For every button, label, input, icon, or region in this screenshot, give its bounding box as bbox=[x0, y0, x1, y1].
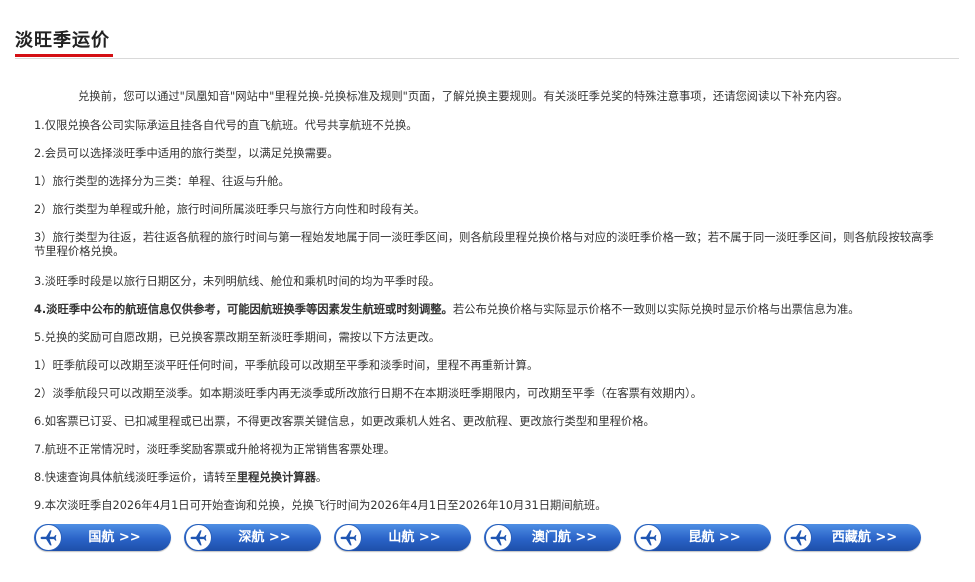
airplane-icon bbox=[485, 524, 512, 551]
rule-item-4: 4.淡旺季中公布的航班信息仅供参考，可能因航班换季等因素发生航班或时刻调整。若公… bbox=[34, 303, 860, 317]
airplane-icon bbox=[785, 524, 812, 551]
rule-item-1: 1.仅限兑换各公司实际承运且挂各自代号的直飞航班。代号共享航班不兑换。 bbox=[34, 119, 418, 132]
rule-item-5-2: 2）淡季航段只可以改期至淡季。如本期淡旺季内再无淡季或所改旅行日期不在本期淡旺季… bbox=[34, 387, 703, 400]
rule-item-8-text: 8.快速查询具体航线淡旺季运价，请转至 bbox=[34, 471, 237, 484]
airline-button-label: 昆航 >> bbox=[688, 530, 741, 545]
airplane-icon bbox=[335, 524, 362, 551]
airline-button-label: 西藏航 >> bbox=[831, 530, 898, 545]
rule-item-4-rest: 若公布兑换价格与实际显示价格不一致则以实际兑换时显示价格与出票信息为准。 bbox=[452, 303, 860, 316]
airplane-icon bbox=[635, 524, 662, 551]
section-header: 淡旺季运价 bbox=[15, 0, 959, 59]
rule-item-7: 7.航班不正常情况时，淡旺季奖励客票或升舱将视为正常销售客票处理。 bbox=[34, 443, 395, 456]
rule-item-2-1: 1）旅行类型的选择分为三类：单程、往返与升舱。 bbox=[34, 175, 290, 188]
rule-item-3: 3.淡旺季时段是以旅行日期区分，未列明航线、舱位和乘机时间的均为平季时段。 bbox=[34, 275, 441, 288]
airline-button-shandong-airlines[interactable]: 山航 >> bbox=[334, 524, 471, 551]
airplane-icon bbox=[185, 524, 212, 551]
airline-button-label: 国航 >> bbox=[88, 530, 141, 545]
title-underline bbox=[15, 54, 113, 57]
rule-item-8: 8.快速查询具体航线淡旺季运价，请转至里程兑换计算器。 bbox=[34, 471, 327, 485]
intro-paragraph: 兑换前，您可以通过"凤凰知音"网站中"里程兑换-兑换标准及规则"页面，了解兑换主… bbox=[78, 90, 849, 103]
airline-button-label: 山航 >> bbox=[388, 530, 441, 545]
rule-item-9: 9.本次淡旺季自2026年4月1日可开始查询和兑换，兑换飞行时间为2026年4月… bbox=[34, 499, 607, 512]
airline-button-tibet-airlines[interactable]: 西藏航 >> bbox=[784, 524, 921, 551]
rule-item-8-end: 。 bbox=[315, 471, 328, 484]
rule-item-5: 5.兑换的奖励可自愿改期，已兑换客票改期至新淡旺季期间，需按以下方法更改。 bbox=[34, 331, 441, 344]
rule-item-2-2: 2）旅行类型为单程或升舱，旅行时间所属淡旺季只与旅行方向性和时段有关。 bbox=[34, 203, 426, 216]
airline-button-label: 澳门航 >> bbox=[531, 530, 598, 545]
airline-button-kunming-airlines[interactable]: 昆航 >> bbox=[634, 524, 771, 551]
rule-item-2-3: 3）旅行类型为往返，若往返各航程的旅行时间与第一程始发地属于同一淡旺季区间，则各… bbox=[34, 231, 934, 258]
mileage-calculator-link[interactable]: 里程兑换计算器 bbox=[237, 471, 316, 484]
rule-item-2: 2.会员可以选择淡旺季中适用的旅行类型，以满足兑换需要。 bbox=[34, 147, 339, 160]
airplane-icon bbox=[35, 524, 62, 551]
airline-button-air-china[interactable]: 国航 >> bbox=[34, 524, 171, 551]
rule-item-6: 6.如客票已订妥、已扣减里程或已出票，不得更改客票关键信息，如更改乘机人姓名、更… bbox=[34, 415, 655, 428]
page-title: 淡旺季运价 bbox=[15, 30, 110, 51]
airline-button-air-macau[interactable]: 澳门航 >> bbox=[484, 524, 621, 551]
rule-item-4-bold: 4.淡旺季中公布的航班信息仅供参考，可能因航班换季等因素发生航班或时刻调整。 bbox=[34, 303, 453, 316]
airline-button-row: 国航 >> 深航 >> 山航 >> 澳门航 >> 昆航 >> 西藏航 >> bbox=[34, 524, 934, 552]
airline-button-shenzhen-airlines[interactable]: 深航 >> bbox=[184, 524, 321, 551]
rule-item-5-1: 1）旺季航段可以改期至淡平旺任何时间，平季航段可以改期至平季和淡季时间，里程不再… bbox=[34, 359, 539, 372]
airline-button-label: 深航 >> bbox=[238, 530, 291, 545]
